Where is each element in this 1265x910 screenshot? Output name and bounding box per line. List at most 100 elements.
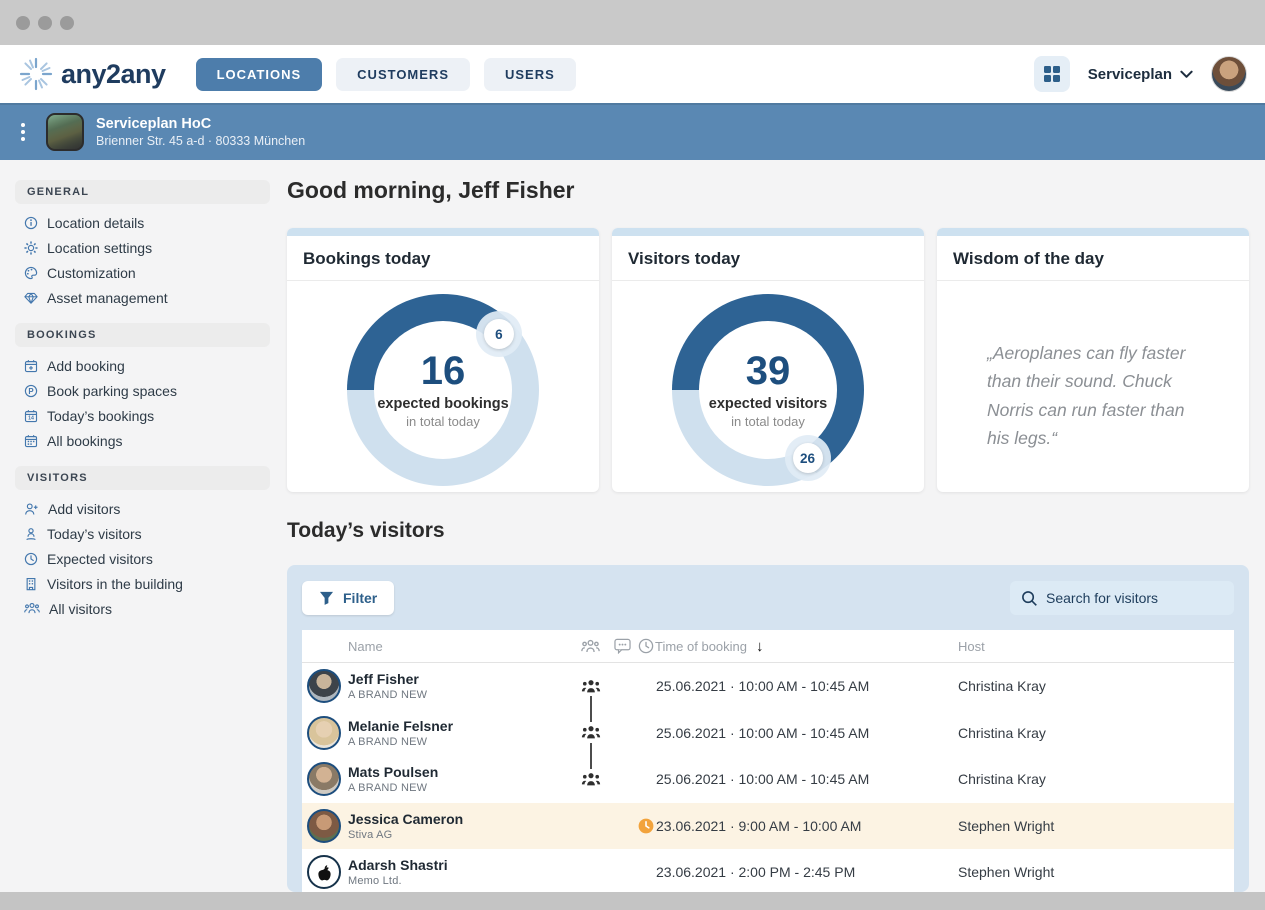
sidebar-item-customization[interactable]: Customization (0, 260, 287, 285)
sidebar-item-label: Asset management (47, 290, 168, 306)
location-name: Serviceplan HoC (96, 116, 305, 132)
booking-time: 23.06.2021 · 9:00 AM - 10:00 AM (655, 818, 955, 834)
sort-desc-icon[interactable]: ↓ (756, 638, 764, 655)
app-header: any2any LOCATIONS CUSTOMERS USERS Servic… (0, 45, 1265, 103)
sidebar-item-add-visitors[interactable]: Add visitors (0, 496, 287, 521)
visitors-table: Name Time of booking ↓ (302, 630, 1234, 892)
sidebar-item-location-details[interactable]: Location details (0, 210, 287, 235)
chevron-down-icon (1180, 70, 1193, 79)
sidebar-item-all-visitors[interactable]: All visitors (0, 596, 287, 621)
bookings-sublabel: in total today (406, 414, 480, 429)
sidebar-item-asset-management[interactable]: Asset management (0, 285, 287, 310)
group-booking-icon (581, 725, 601, 740)
visitors-badge: 26 (785, 435, 831, 481)
table-row[interactable]: Jeff Fisher A BRAND NEW 25.06.2021 · 10:… (302, 663, 1234, 710)
visitor-company: Memo Ltd. (348, 875, 573, 887)
sidebar-section-general: GENERAL (15, 180, 270, 204)
gear-icon (24, 241, 38, 255)
column-header-time[interactable]: Time of booking (655, 639, 747, 654)
booking-time: 25.06.2021 · 10:00 AM - 10:45 AM (655, 678, 955, 694)
sidebar-item-visitors-in-building[interactable]: Visitors in the building (0, 571, 287, 596)
visitor-name: Adarsh Shastri (348, 857, 573, 873)
palette-icon (24, 266, 38, 280)
tab-locations[interactable]: LOCATIONS (196, 58, 323, 91)
table-row[interactable]: Mats Poulsen A BRAND NEW 25.06.2021 · 10… (302, 756, 1234, 803)
column-header-name[interactable]: Name (348, 639, 573, 654)
card-title: Visitors today (628, 249, 740, 268)
building-icon (24, 577, 38, 591)
group-booking-icon (581, 772, 601, 787)
visitor-company: A BRAND NEW (348, 782, 573, 794)
visitor-company: Stiva AG (348, 829, 573, 841)
bookings-badge: 6 (476, 311, 522, 357)
primary-nav: LOCATIONS CUSTOMERS USERS (196, 58, 576, 91)
sidebar-item-expected-visitors[interactable]: Expected visitors (0, 546, 287, 571)
bookings-donut-chart: 16 expected bookings in total today 6 (347, 294, 539, 486)
sidebar-item-label: Location settings (47, 240, 152, 256)
parking-icon: P (24, 384, 38, 398)
user-avatar[interactable] (1211, 56, 1247, 92)
sidebar-item-todays-bookings[interactable]: 14 Today’s bookings (0, 403, 287, 428)
sidebar-item-label: Book parking spaces (47, 383, 177, 399)
visitors-sublabel: in total today (731, 414, 805, 429)
sidebar-item-label: Add visitors (48, 501, 120, 517)
search-input[interactable] (1010, 581, 1234, 615)
location-thumbnail[interactable] (46, 113, 84, 151)
booking-host: Christina Kray (955, 725, 1234, 741)
starburst-logo-icon (18, 56, 54, 92)
location-menu-kebab-icon[interactable] (14, 123, 32, 141)
window-control-dot[interactable] (38, 16, 52, 30)
sidebar-item-label: Visitors in the building (47, 576, 183, 592)
sidebar-item-add-booking[interactable]: Add booking (0, 353, 287, 378)
apple-logo-icon (316, 863, 333, 882)
filter-label: Filter (343, 590, 377, 606)
visitor-avatar (307, 669, 341, 703)
workspace-switcher[interactable]: Serviceplan (1088, 66, 1193, 83)
table-row-highlighted[interactable]: Jessica Cameron Stiva AG 23.06.2021 · 9:… (302, 803, 1234, 850)
table-row[interactable]: Adarsh Shastri Memo Ltd. 23.06.2021 · 2:… (302, 849, 1234, 892)
card-title: Bookings today (303, 249, 431, 268)
visitors-total: 39 (746, 351, 791, 391)
visitor-name: Melanie Felsner (348, 718, 573, 734)
window-titlebar (0, 0, 1265, 45)
sidebar-item-all-bookings[interactable]: All bookings (0, 428, 287, 453)
tab-users[interactable]: USERS (484, 58, 576, 91)
bookings-label: expected bookings (377, 396, 508, 412)
app-logo[interactable]: any2any (18, 56, 166, 92)
booking-host: Stephen Wright (955, 864, 1234, 880)
wisdom-quote: „Aeroplanes can fly faster than their so… (937, 281, 1249, 452)
sidebar-item-label: All bookings (47, 433, 123, 449)
booking-time: 23.06.2021 · 2:00 PM - 2:45 PM (655, 864, 955, 880)
booking-time: 25.06.2021 · 10:00 AM - 10:45 AM (655, 725, 955, 741)
visitor-name: Jessica Cameron (348, 811, 573, 827)
greeting-heading: Good morning, Jeff Fisher (287, 176, 1249, 204)
sidebar-item-label: Add booking (47, 358, 125, 374)
window-control-dot[interactable] (60, 16, 74, 30)
apps-grid-button[interactable] (1034, 56, 1070, 92)
sidebar-item-book-parking[interactable]: P Book parking spaces (0, 378, 287, 403)
booking-host: Christina Kray (955, 771, 1234, 787)
sidebar-item-location-settings[interactable]: Location settings (0, 235, 287, 260)
sidebar-item-label: Today’s bookings (47, 408, 154, 424)
visitor-avatar (307, 762, 341, 796)
group-booking-icon (581, 679, 601, 694)
late-warning-clock-icon (638, 818, 654, 834)
sidebar: GENERAL Location details Location settin… (0, 160, 287, 892)
clock-icon (24, 552, 38, 566)
funnel-icon (319, 591, 334, 605)
filter-button[interactable]: Filter (302, 581, 394, 615)
calendar-add-icon (24, 359, 38, 373)
sidebar-item-todays-visitors[interactable]: Today’s visitors (0, 521, 287, 546)
visitor-name: Mats Poulsen (348, 764, 573, 780)
wisdom-card: Wisdom of the day „Aeroplanes can fly fa… (937, 228, 1249, 492)
tab-customers[interactable]: CUSTOMERS (336, 58, 470, 91)
visitor-company: A BRAND NEW (348, 689, 573, 701)
sidebar-item-label: Customization (47, 265, 136, 281)
visitor-name: Jeff Fisher (348, 671, 573, 687)
booking-time: 25.06.2021 · 10:00 AM - 10:45 AM (655, 771, 955, 787)
column-header-host[interactable]: Host (955, 639, 1234, 654)
info-icon (24, 216, 38, 230)
table-row[interactable]: Melanie Felsner A BRAND NEW 25.06.2021 ·… (302, 710, 1234, 757)
diamond-icon (24, 291, 38, 305)
window-control-dot[interactable] (16, 16, 30, 30)
